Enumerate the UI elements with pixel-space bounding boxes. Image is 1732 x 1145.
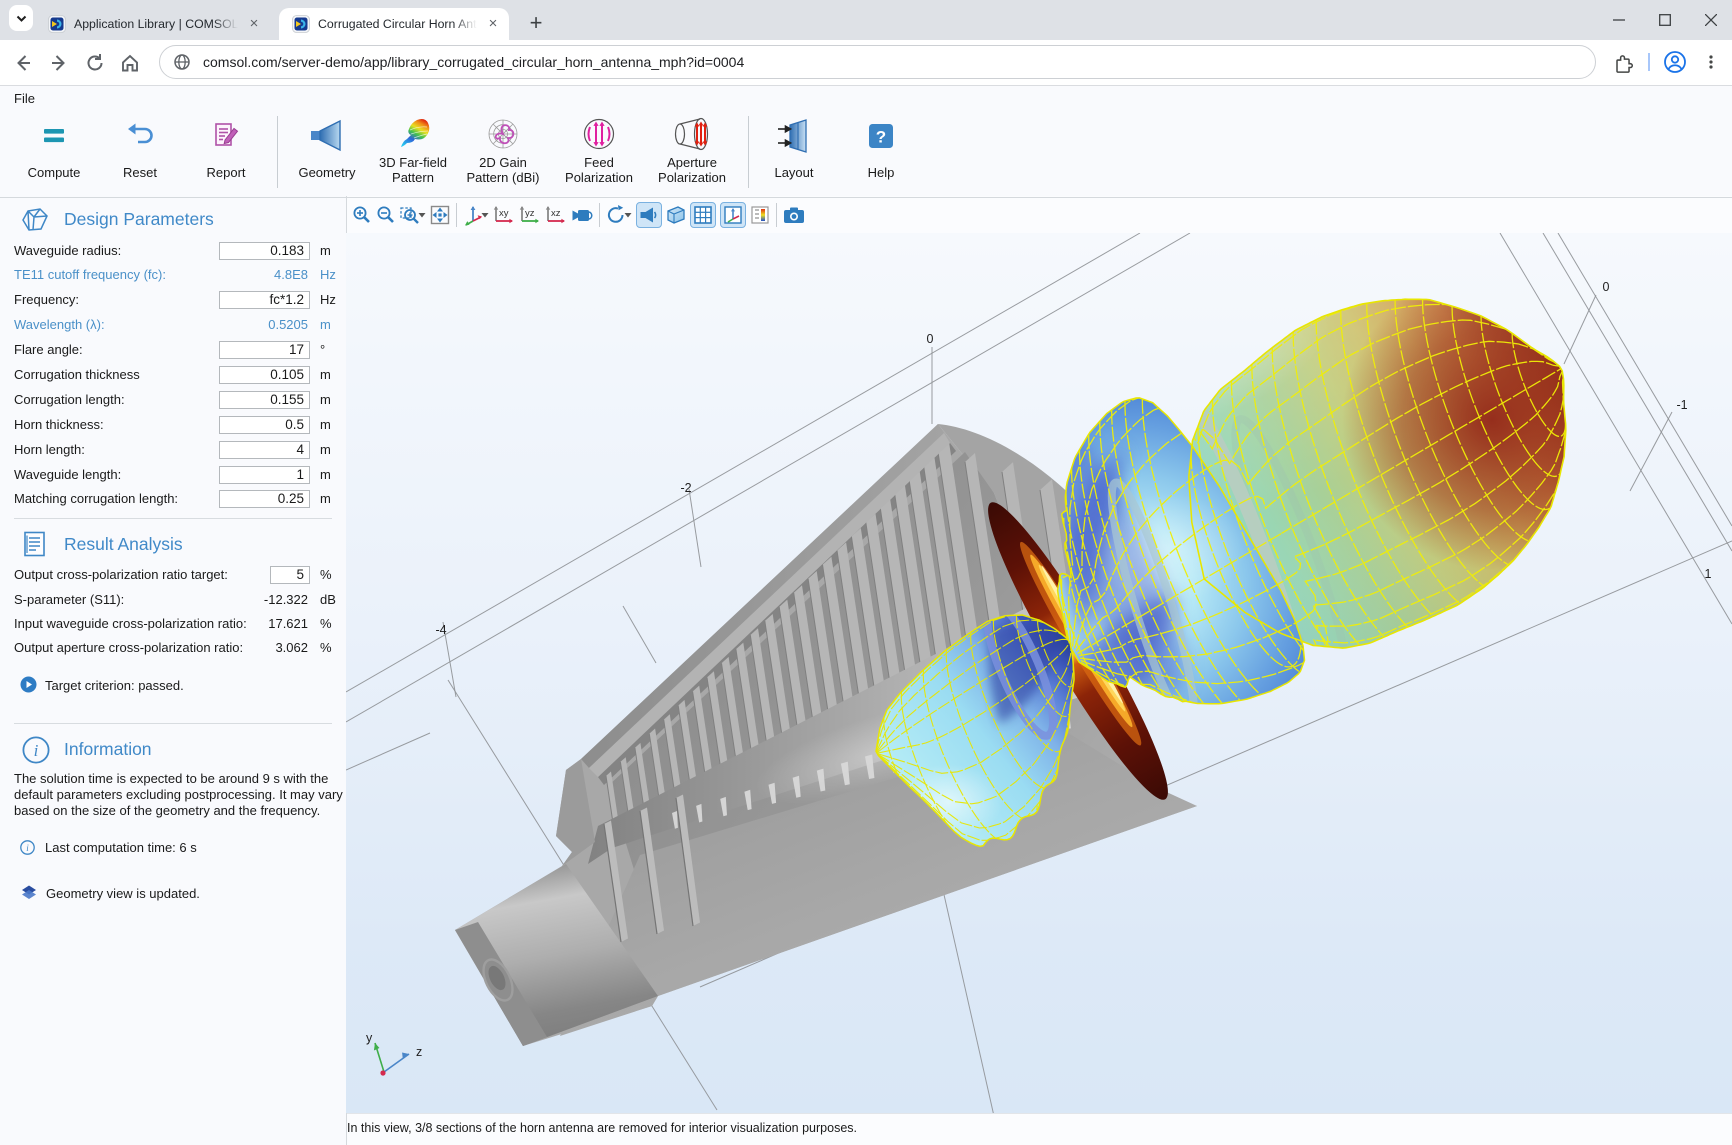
svg-text:-4: -4 <box>435 623 446 637</box>
svg-text:-2: -2 <box>680 481 691 495</box>
svg-text:i: i <box>26 843 29 853</box>
svg-text:z: z <box>416 1045 422 1059</box>
svg-text:y: y <box>366 1031 373 1045</box>
svg-text:0: 0 <box>1603 280 1610 294</box>
svg-text:xy: xy <box>499 208 509 219</box>
svg-text:?: ? <box>876 127 886 146</box>
svg-text:0: 0 <box>927 332 934 346</box>
svg-text:-1: -1 <box>1676 398 1687 412</box>
svg-text:1: 1 <box>1705 567 1712 581</box>
svg-text:i: i <box>34 741 39 760</box>
svg-text:yz: yz <box>525 208 535 219</box>
svg-text:xz: xz <box>551 208 561 219</box>
